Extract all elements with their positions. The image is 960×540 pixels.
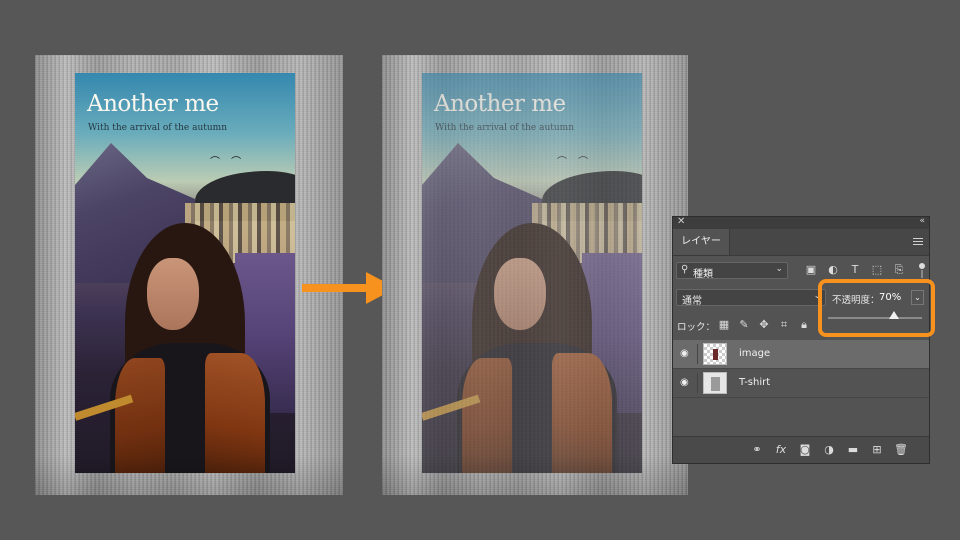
lock-label: ロック：: [677, 322, 716, 333]
panel-tab-row: レイヤー: [673, 229, 929, 256]
blend-mode-select[interactable]: 通常 ⌄: [676, 289, 826, 307]
print-title: Another me: [434, 91, 566, 117]
lock-transparent-icon[interactable]: ▦: [717, 318, 731, 332]
trash-icon[interactable]: 🗑︎: [893, 442, 909, 458]
mask-icon[interactable]: ◙: [797, 442, 813, 458]
filter-toggle[interactable]: [919, 263, 925, 279]
adjustment-filter-icon[interactable]: ◐: [825, 263, 841, 277]
layers-panel: ✕ « レイヤー ⚲ 種類 ⌄ ▣ ◐ T ⬚ ⎘ 通常 ⌄ 不透明度： 70% ⌄ ロ…: [672, 216, 930, 464]
layer-thumbnail: [703, 343, 727, 365]
new-layer-icon[interactable]: ⊞: [869, 442, 885, 458]
layer-row-tshirt[interactable]: ◉ T-shirt: [673, 369, 929, 398]
collapse-icon[interactable]: «: [919, 216, 925, 226]
lock-paint-icon[interactable]: ✎: [737, 318, 751, 332]
type-filter-icon[interactable]: T: [847, 263, 863, 277]
filter-value: 種類: [693, 269, 713, 280]
birds-graphic: ⌒ ⌒: [557, 157, 593, 168]
folder-icon[interactable]: ▬: [845, 442, 861, 458]
chevron-down-icon: ⌄: [775, 264, 783, 274]
search-icon: ⚲: [681, 264, 689, 275]
tshirt-print-after: ⌒ ⌒ Another me With the arrival of the a…: [422, 73, 642, 473]
close-icon[interactable]: ✕: [677, 216, 685, 227]
lock-position-icon[interactable]: ✥: [757, 318, 771, 332]
shape-filter-icon[interactable]: ⬚: [869, 263, 885, 277]
layer-name: T-shirt: [739, 377, 771, 388]
layers-bottom-toolbar: ⚭ fx ◙ ◑ ▬ ⊞ 🗑︎: [673, 436, 929, 463]
eye-icon[interactable]: ◉: [680, 377, 689, 388]
tab-layers[interactable]: レイヤー: [673, 229, 730, 255]
eye-icon[interactable]: ◉: [680, 348, 689, 359]
image-filter-icon[interactable]: ▣: [803, 263, 819, 277]
print-subtitle: With the arrival of the autumn: [435, 123, 574, 133]
lock-artboard-icon[interactable]: ⌗: [777, 318, 791, 332]
link-icon[interactable]: ⚭: [749, 442, 765, 458]
birds-graphic: ⌒ ⌒: [210, 157, 246, 168]
tshirt-print-before: ⌒ ⌒ Another me With the arrival of the a…: [75, 73, 295, 473]
layer-row-image[interactable]: ◉ image: [673, 340, 929, 369]
tshirt-before-mockup: ⌒ ⌒ Another me With the arrival of the a…: [35, 55, 343, 495]
tshirt-after-mockup: ⌒ ⌒ Another me With the arrival of the a…: [382, 55, 688, 495]
layer-filter-select[interactable]: ⚲ 種類 ⌄: [676, 262, 788, 280]
print-title: Another me: [87, 91, 219, 117]
smart-object-filter-icon[interactable]: ⎘: [891, 263, 907, 277]
lock-all-icon[interactable]: 🔒︎: [797, 318, 811, 332]
adjustment-icon[interactable]: ◑: [821, 442, 837, 458]
opacity-highlight-box: [818, 279, 935, 337]
layer-thumbnail: [703, 372, 727, 394]
blend-mode-value: 通常: [682, 296, 702, 307]
panel-title-bar: ✕ «: [673, 216, 929, 229]
layer-name: image: [739, 348, 771, 359]
panel-menu-icon[interactable]: [913, 236, 923, 246]
fx-icon[interactable]: fx: [773, 442, 789, 458]
print-subtitle: With the arrival of the autumn: [88, 123, 227, 133]
